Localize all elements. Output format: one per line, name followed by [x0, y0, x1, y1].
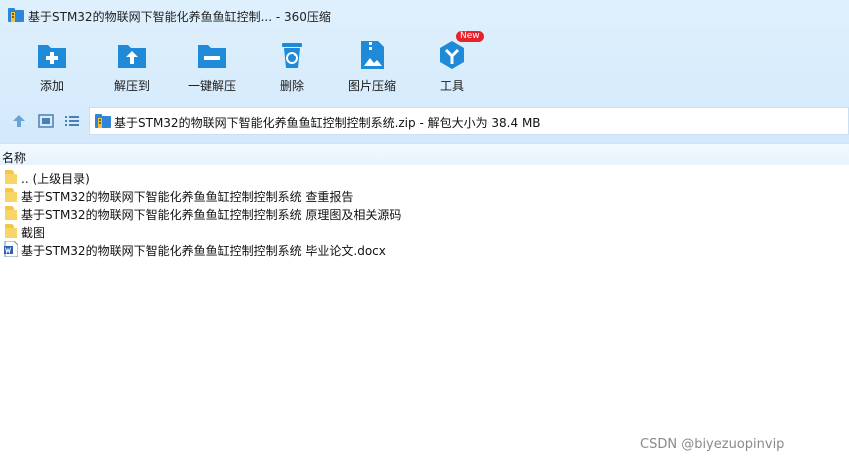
zip-archive-icon [8, 8, 24, 22]
add-button[interactable]: 添加 [12, 34, 92, 96]
extract-to-button[interactable]: 解压到 [92, 34, 172, 96]
tools-button[interactable]: New 工具 [412, 31, 492, 96]
thumbnail-view-icon[interactable] [38, 113, 54, 129]
list-item[interactable]: .. (上级目录) [0, 168, 600, 186]
folder-icon [5, 206, 17, 220]
title-bar: 基于STM32的物联网下智能化养鱼鱼缸控制... - 360压缩 [0, 0, 849, 30]
list-item[interactable]: 基于STM32的物联网下智能化养鱼鱼缸控制控制系统 毕业论文.docx [0, 240, 600, 258]
list-item-name: 基于STM32的物联网下智能化养鱼鱼缸控制控制系统 原理图及相关源码 [21, 208, 402, 222]
one-click-extract-icon [198, 45, 226, 68]
one-click-extract-label: 一键解压 [187, 79, 236, 93]
image-compress-icon [361, 41, 384, 69]
list-item-name: 基于STM32的物联网下智能化养鱼鱼缸控制控制系统 毕业论文.docx [21, 244, 386, 258]
new-badge: New [456, 31, 484, 42]
add-icon [38, 45, 66, 68]
delete-label: 删除 [279, 79, 304, 93]
list-item-name: 截图 [21, 226, 46, 240]
address-bar[interactable]: 基于STM32的物联网下智能化养鱼鱼缸控制控制系统.zip - 解包大小为 38… [89, 107, 849, 135]
app-chrome: 基于STM32的物联网下智能化养鱼鱼缸控制... - 360压缩 添加 解压到 … [0, 0, 849, 143]
image-compress-button[interactable]: 图片压缩 [332, 34, 412, 96]
one-click-extract-button[interactable]: 一键解压 [172, 34, 252, 96]
column-header: 名称 [0, 143, 849, 165]
tools-icon [440, 41, 464, 69]
add-label: 添加 [39, 79, 64, 93]
list-item[interactable]: 基于STM32的物联网下智能化养鱼鱼缸控制控制系统 原理图及相关源码 [0, 204, 600, 222]
folder-icon [5, 188, 17, 202]
recycle-bin-icon [282, 43, 302, 68]
up-arrow-icon[interactable] [11, 113, 27, 129]
address-path: 基于STM32的物联网下智能化养鱼鱼缸控制控制系统.zip - 解包大小为 38… [114, 116, 541, 130]
folder-icon [5, 224, 17, 238]
window-title: 基于STM32的物联网下智能化养鱼鱼缸控制... - 360压缩 [28, 10, 331, 24]
delete-button[interactable]: 删除 [252, 34, 332, 96]
list-item-name: 基于STM32的物联网下智能化养鱼鱼缸控制控制系统 查重报告 [21, 190, 354, 204]
folder-icon [5, 170, 17, 184]
image-compress-label: 图片压缩 [347, 79, 396, 93]
list-item-name: .. (上级目录) [21, 172, 90, 186]
tools-label: 工具 [439, 79, 464, 93]
word-document-icon [4, 241, 18, 257]
navigation-bar: 基于STM32的物联网下智能化养鱼鱼缸控制控制系统.zip - 解包大小为 38… [0, 107, 849, 135]
extract-to-label: 解压到 [113, 79, 150, 93]
list-view-icon[interactable] [64, 113, 80, 129]
list-item[interactable]: 基于STM32的物联网下智能化养鱼鱼缸控制控制系统 查重报告 [0, 186, 600, 204]
column-name-header[interactable]: 名称 [2, 149, 26, 166]
watermark: CSDN @biyezuopinvip [640, 437, 785, 452]
extract-to-icon [118, 45, 146, 68]
toolbar: 添加 解压到 一键解压 删除 图片压缩 New 工具 [0, 31, 849, 98]
zip-archive-icon [95, 114, 111, 128]
list-item[interactable]: 截图 [0, 222, 600, 240]
